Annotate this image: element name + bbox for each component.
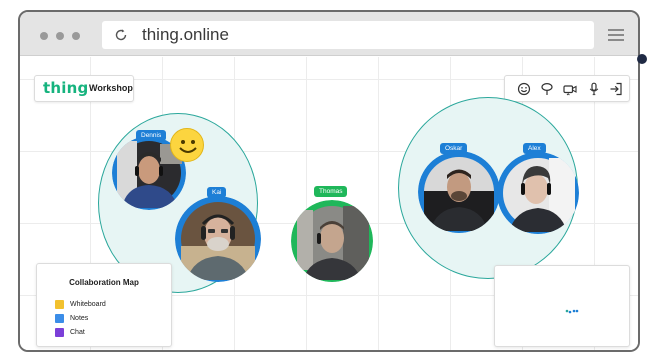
reload-icon[interactable] <box>114 28 128 42</box>
window-dot-icon[interactable] <box>72 32 80 40</box>
minimap-icon <box>565 309 579 314</box>
participant-avatar-alex[interactable] <box>497 152 579 234</box>
map-item-label: Whiteboard <box>70 301 106 308</box>
browser-window: thing.online thing Workshop Dennis Kai T… <box>18 10 640 352</box>
page-dot-icon <box>637 54 647 64</box>
participant-avatar-oskar[interactable] <box>418 151 500 233</box>
address-bar[interactable]: thing.online <box>102 21 594 49</box>
participant-avatar-thomas[interactable] <box>291 200 373 282</box>
media-toolbar <box>504 75 630 102</box>
url-text[interactable]: thing.online <box>142 25 229 45</box>
map-item-label: Notes <box>70 315 89 322</box>
participant-avatar-kai[interactable] <box>175 196 261 282</box>
map-item-label: Chat <box>70 329 85 336</box>
name-tag: Oskar <box>440 143 468 154</box>
emoji-icon[interactable] <box>517 82 531 96</box>
space-header: thing Workshop <box>34 75 134 102</box>
name-tag: Kai <box>207 187 227 198</box>
window-dot-icon[interactable] <box>56 32 64 40</box>
notes-icon <box>55 314 64 323</box>
window-dot-icon[interactable] <box>40 32 48 40</box>
space-title: Workshop <box>89 83 133 93</box>
space-canvas[interactable]: thing Workshop Dennis Kai Thomas Oskar A… <box>20 57 638 350</box>
menu-icon[interactable] <box>608 29 624 41</box>
camera-icon[interactable] <box>563 82 577 96</box>
collaboration-map-title: Collaboration Map <box>69 278 139 287</box>
collaboration-map-panel: Collaboration Map Whiteboard Notes Chat <box>36 263 172 347</box>
chat-icon <box>55 328 64 337</box>
whiteboard-icon <box>55 300 64 309</box>
smiley-emoji-icon[interactable] <box>170 128 204 162</box>
thing-logo: thing <box>43 79 89 97</box>
lasso-icon[interactable] <box>540 82 554 96</box>
name-tag: Alex <box>523 143 546 154</box>
microphone-icon[interactable] <box>587 82 601 96</box>
name-tag: Dennis <box>136 130 167 141</box>
exit-icon[interactable] <box>609 82 623 96</box>
name-tag: Thomas <box>314 186 348 197</box>
browser-chrome: thing.online <box>20 12 638 56</box>
minimap-panel[interactable] <box>494 265 630 347</box>
